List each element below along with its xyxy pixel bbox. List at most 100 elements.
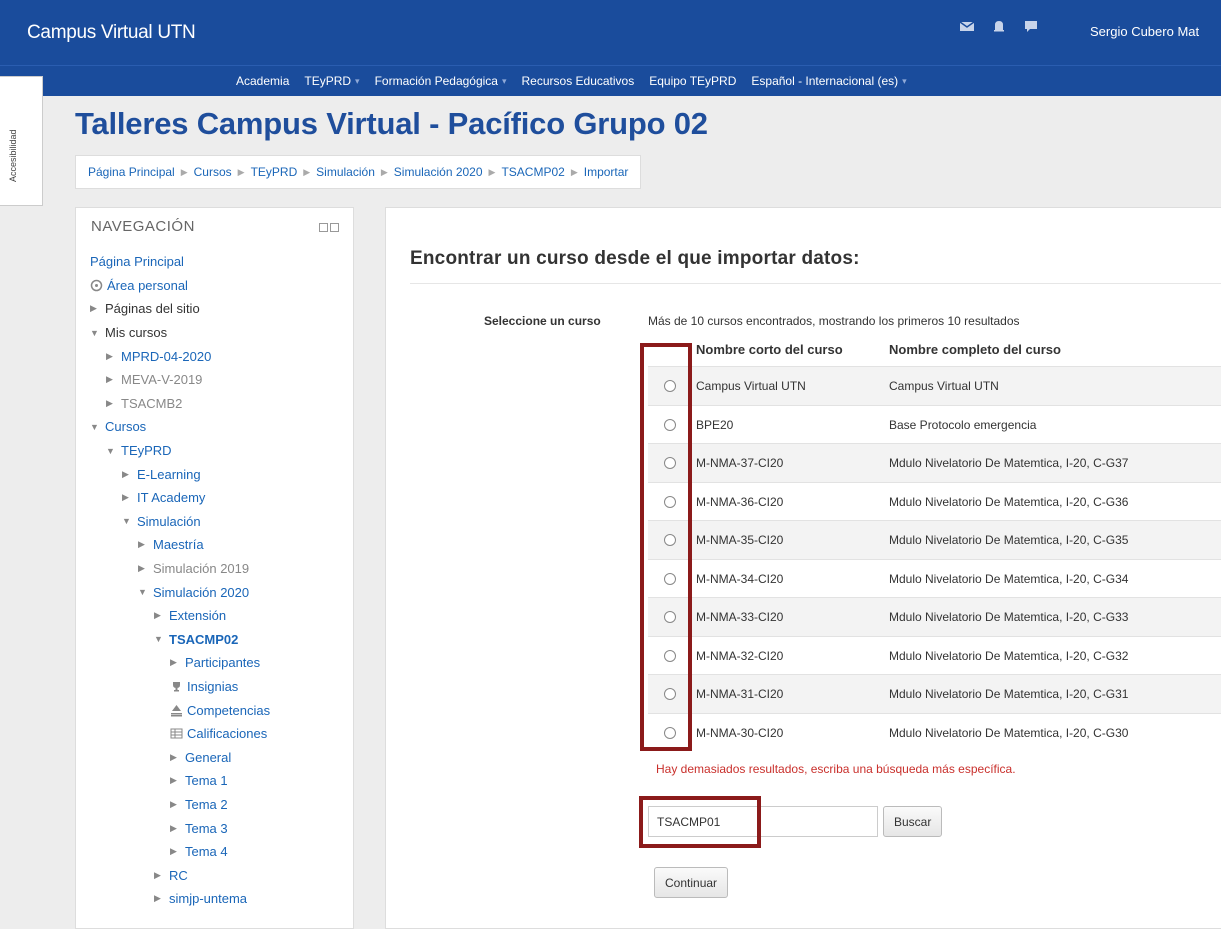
nav-item[interactable]: ▶ TSACMB2 xyxy=(90,392,270,416)
course-radio[interactable] xyxy=(664,534,676,546)
table-row[interactable]: M-NMA-35-CI20 Mdulo Nivelatorio De Matemt… xyxy=(648,520,1221,559)
expanded-arrow-icon[interactable]: ▼ xyxy=(90,328,101,338)
course-radio[interactable] xyxy=(664,495,676,508)
collapsed-arrow-icon[interactable]: ▶ xyxy=(170,846,181,857)
search-button[interactable]: Buscar xyxy=(883,806,943,837)
collapsed-arrow-icon[interactable]: ▶ xyxy=(106,351,117,362)
accessibility-label: Accesibilidad xyxy=(8,129,18,182)
table-row[interactable]: M-NMA-36-CI20 Mdulo Nivelatorio De Matemt… xyxy=(648,481,1221,521)
course-radio[interactable] xyxy=(664,611,676,623)
menu-item[interactable]: Academia xyxy=(236,74,289,88)
breadcrumb-link[interactable]: Simulación xyxy=(316,165,375,179)
collapsed-arrow-icon[interactable]: ▶ xyxy=(138,563,149,574)
course-radio[interactable] xyxy=(664,649,676,662)
expanded-arrow-icon[interactable]: ▼ xyxy=(90,422,101,432)
collapsed-arrow-icon[interactable]: ▶ xyxy=(154,610,165,621)
chat-icon[interactable] xyxy=(1022,18,1040,34)
collapsed-arrow-icon[interactable]: ▶ xyxy=(122,469,133,480)
collapsed-arrow-icon[interactable]: ▶ xyxy=(154,893,165,904)
breadcrumb-link[interactable]: Simulación 2020 xyxy=(394,165,483,179)
collapsed-arrow-icon[interactable]: ▶ xyxy=(106,374,117,385)
table-row[interactable]: M-NMA-31-CI20 Mdulo Nivelatorio De Matemt… xyxy=(648,674,1221,713)
breadcrumb-link[interactable]: Página Principal xyxy=(88,165,175,179)
collapsed-arrow-icon[interactable]: ▶ xyxy=(170,823,181,834)
collapsed-arrow-icon[interactable]: ▶ xyxy=(170,799,181,810)
menu-item[interactable]: Equipo TEyPRD xyxy=(649,74,736,88)
collapsed-arrow-icon[interactable]: ▶ xyxy=(138,539,149,550)
nav-item[interactable]: Calificaciones xyxy=(90,722,270,746)
menu-item[interactable]: Español - Internacional (es) ▾ xyxy=(751,74,906,88)
course-radio[interactable] xyxy=(664,380,676,392)
collapsed-arrow-icon[interactable]: ▶ xyxy=(170,775,181,786)
nav-item[interactable]: ▶ MEVA-V-2019 xyxy=(90,368,270,392)
expanded-arrow-icon[interactable]: ▼ xyxy=(154,634,165,644)
table-row[interactable]: Campus Virtual UTN Campus Virtual UTN xyxy=(648,366,1221,405)
breadcrumb-link[interactable]: Cursos xyxy=(194,165,232,179)
table-row[interactable]: BPE20 Base Protocolo emergencia xyxy=(648,404,1221,444)
collapsed-arrow-icon[interactable]: ▶ xyxy=(170,752,181,763)
nav-item[interactable]: ▶ Páginas del sitio xyxy=(90,297,270,321)
course-search-input[interactable] xyxy=(648,806,878,837)
nav-item[interactable]: Página Principal xyxy=(90,250,270,274)
nav-item[interactable]: Competencias xyxy=(90,698,270,722)
nav-item[interactable]: ▶ Simulación 2019 xyxy=(90,557,270,581)
course-radio[interactable] xyxy=(664,418,676,431)
navigation-title: NAVEGACIÓN xyxy=(91,218,195,235)
table-row[interactable]: M-NMA-37-CI20 Mdulo Nivelatorio De Matemt… xyxy=(648,443,1221,482)
table-row[interactable]: M-NMA-32-CI20 Mdulo Nivelatorio De Matemt… xyxy=(648,635,1221,675)
collapsed-arrow-icon[interactable]: ▶ xyxy=(170,657,181,668)
nav-item[interactable]: ▼ Cursos xyxy=(90,415,270,439)
nav-item[interactable]: ▶ IT Academy xyxy=(90,486,270,510)
course-radio[interactable] xyxy=(664,688,676,700)
main-content: Encontrar un curso desde el que importar… xyxy=(385,207,1221,929)
course-radio[interactable] xyxy=(664,572,676,585)
menu-item[interactable]: Recursos Educativos xyxy=(522,74,635,88)
course-full-name: Base Protocolo emergencia xyxy=(889,417,1037,432)
nav-item[interactable]: ▶ Tema 3 xyxy=(90,816,270,840)
nav-item[interactable]: ▶ Tema 1 xyxy=(90,769,270,793)
course-radio[interactable] xyxy=(664,726,676,739)
nav-item[interactable]: ▶ simjp-untema xyxy=(90,887,270,911)
dock-block-icon[interactable] xyxy=(330,223,339,232)
bell-icon[interactable] xyxy=(990,18,1008,34)
collapse-block-icon[interactable] xyxy=(319,223,328,232)
continue-button[interactable]: Continuar xyxy=(654,867,729,898)
collapsed-arrow-icon[interactable]: ▶ xyxy=(122,492,133,503)
nav-item[interactable]: ▼ Simulación xyxy=(90,510,270,534)
nav-item-label: RC xyxy=(169,867,188,883)
nav-item[interactable]: ▶ Tema 4 xyxy=(90,840,270,864)
table-row[interactable]: M-NMA-30-CI20 Mdulo Nivelatorio De Matemt… xyxy=(648,712,1221,752)
collapsed-arrow-icon[interactable]: ▶ xyxy=(106,398,117,409)
menu-item[interactable]: Formación Pedagógica ▾ xyxy=(375,74,507,88)
user-menu[interactable]: Sergio Cubero Mat xyxy=(1090,24,1199,39)
nav-item[interactable]: ▼ Mis cursos xyxy=(90,321,270,345)
nav-item[interactable]: ▶ Extensión xyxy=(90,604,270,628)
nav-item[interactable]: Área personal xyxy=(90,274,270,298)
course-radio[interactable] xyxy=(664,457,676,469)
collapsed-arrow-icon[interactable]: ▶ xyxy=(90,303,101,314)
expanded-arrow-icon[interactable]: ▼ xyxy=(106,446,117,456)
expanded-arrow-icon[interactable]: ▼ xyxy=(122,516,133,526)
site-brand[interactable]: Campus Virtual UTN xyxy=(27,22,196,44)
nav-item[interactable]: ▶ Maestría xyxy=(90,533,270,557)
nav-item[interactable]: ▶ Tema 2 xyxy=(90,793,270,817)
breadcrumb-link[interactable]: Importar xyxy=(584,165,629,179)
breadcrumb-link[interactable]: TSACMP02 xyxy=(501,165,564,179)
nav-item[interactable]: ▶ MPRD-04-2020 xyxy=(90,344,270,368)
nav-item[interactable]: ▼ TEyPRD xyxy=(90,439,270,463)
expanded-arrow-icon[interactable]: ▼ xyxy=(138,587,149,597)
table-row[interactable]: M-NMA-33-CI20 Mdulo Nivelatorio De Matemt… xyxy=(648,597,1221,636)
nav-item[interactable]: ▶ General xyxy=(90,745,270,769)
nav-item[interactable]: ▶ E-Learning xyxy=(90,462,270,486)
nav-item[interactable]: ▼ Simulación 2020 xyxy=(90,580,270,604)
nav-item[interactable]: ▼ TSACMP02 xyxy=(90,628,270,652)
collapsed-arrow-icon[interactable]: ▶ xyxy=(154,870,165,881)
mail-icon[interactable] xyxy=(958,18,976,34)
table-row[interactable]: M-NMA-34-CI20 Mdulo Nivelatorio De Matemt… xyxy=(648,558,1221,598)
nav-item[interactable]: ▶ Participantes xyxy=(90,651,270,675)
accessibility-tab[interactable]: Accesibilidad xyxy=(0,76,43,206)
breadcrumb-link[interactable]: TEyPRD xyxy=(251,165,298,179)
nav-item[interactable]: ▶ RC xyxy=(90,863,270,887)
menu-item[interactable]: TEyPRD ▾ xyxy=(304,74,359,88)
nav-item[interactable]: Insignias xyxy=(90,675,270,699)
